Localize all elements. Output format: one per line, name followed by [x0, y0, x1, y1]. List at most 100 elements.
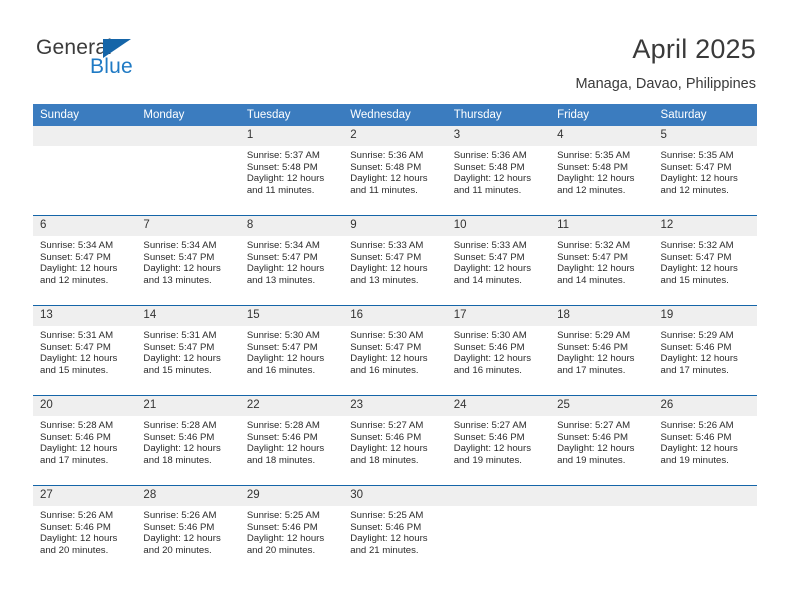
sunrise-text: Sunrise: 5:30 AM	[246, 330, 320, 341]
day-number: 22	[239, 396, 344, 416]
calendar-day-cell[interactable]: 24 Sunrise: 5:27 AM Sunset: 5:46 PM Dayligh…	[446, 395, 551, 486]
sunset-text: Sunset: 5:46 PM	[453, 341, 525, 353]
day-details: Sunrise: 5:28 AM Sunset: 5:46 PM Daylight:…	[136, 416, 239, 466]
sunset-text: Sunset: 5:47 PM	[660, 161, 732, 173]
day-number: 6	[33, 216, 137, 236]
calendar-day-cell[interactable]: 9 Sunrise: 5:33 AM Sunset: 5:47 PM Daylight…	[343, 215, 447, 306]
daylight-text: Daylight: 12 hours and 12 minutes.	[40, 263, 118, 286]
daylight-text: Daylight: 12 hours and 17 minutes.	[557, 353, 635, 376]
sunset-text: Sunset: 5:48 PM	[350, 161, 422, 173]
calendar-day-cell[interactable]: 6 Sunrise: 5:34 AM Sunset: 5:47 PM Daylight…	[33, 215, 137, 306]
calendar-day-cell[interactable]: 26 Sunrise: 5:26 AM Sunset: 5:46 PM Dayligh…	[653, 395, 757, 486]
calendar-day-cell[interactable]: 7 Sunrise: 5:34 AM Sunset: 5:47 PM Daylight…	[136, 215, 240, 306]
sunset-text: Sunset: 5:46 PM	[143, 521, 215, 533]
calendar-day-cell[interactable]: 28 Sunrise: 5:26 AM Sunset: 5:46 PM Dayligh…	[136, 485, 240, 575]
sunrise-text: Sunrise: 5:33 AM	[453, 240, 527, 251]
day-number: 17	[446, 306, 551, 326]
day-number: 13	[33, 306, 137, 326]
day-details: Sunrise: 5:37 AM Sunset: 5:48 PM Daylight:…	[240, 146, 343, 196]
calendar-day-cell[interactable]: 20 Sunrise: 5:28 AM Sunset: 5:46 PM Dayligh…	[33, 395, 137, 486]
weekday-header-tuesday: Tuesday	[239, 104, 344, 126]
calendar-day-cell-empty	[653, 485, 757, 575]
day-number: 7	[136, 216, 240, 236]
day-number: 5	[653, 126, 757, 146]
page-header: General Blue April 2025 Managa, Davao, P…	[0, 0, 792, 103]
sunrise-text: Sunrise: 5:27 AM	[350, 420, 424, 431]
calendar-day-cell[interactable]: 29 Sunrise: 5:25 AM Sunset: 5:46 PM Dayligh…	[239, 485, 344, 575]
day-details: Sunrise: 5:36 AM Sunset: 5:48 PM Daylight:…	[447, 146, 550, 196]
calendar-day-cell[interactable]: 21 Sunrise: 5:28 AM Sunset: 5:46 PM Dayligh…	[136, 395, 240, 486]
logo-text-blue: Blue	[90, 55, 133, 78]
calendar-day-cell[interactable]: 4 Sunrise: 5:35 AM Sunset: 5:48 PM Daylight…	[550, 126, 654, 216]
calendar-day-cell[interactable]: 12 Sunrise: 5:32 AM Sunset: 5:47 PM Dayligh…	[653, 215, 757, 306]
day-number: 26	[653, 396, 757, 416]
daylight-text: Daylight: 12 hours and 12 minutes.	[557, 173, 635, 196]
sunrise-text: Sunrise: 5:34 AM	[246, 240, 320, 251]
calendar-day-cell-empty	[136, 126, 240, 216]
daylight-text: Daylight: 12 hours and 15 minutes.	[143, 353, 221, 376]
calendar-header-row-group: Sunday Monday Tuesday Wednesday Thursday…	[33, 104, 757, 126]
weekday-header-friday: Friday	[550, 104, 654, 126]
day-details: Sunrise: 5:30 AM Sunset: 5:47 PM Daylight:…	[343, 326, 446, 376]
day-details: Sunrise: 5:29 AM Sunset: 5:46 PM Daylight:…	[654, 326, 757, 376]
calendar-day-cell[interactable]: 25 Sunrise: 5:27 AM Sunset: 5:46 PM Dayligh…	[550, 395, 654, 486]
page-title: April 2025	[632, 34, 756, 64]
day-number	[33, 126, 137, 146]
day-number	[136, 126, 240, 146]
calendar-day-cell[interactable]: 23 Sunrise: 5:27 AM Sunset: 5:46 PM Dayligh…	[343, 395, 447, 486]
calendar-day-cell[interactable]: 17 Sunrise: 5:30 AM Sunset: 5:46 PM Dayligh…	[446, 305, 551, 396]
day-number: 2	[343, 126, 447, 146]
day-number: 1	[239, 126, 344, 146]
calendar-day-cell[interactable]: 5 Sunrise: 5:35 AM Sunset: 5:47 PM Daylight…	[653, 126, 757, 216]
daylight-text: Daylight: 12 hours and 11 minutes.	[246, 173, 325, 196]
calendar-day-cell[interactable]: 8 Sunrise: 5:34 AM Sunset: 5:47 PM Daylight…	[239, 215, 344, 306]
calendar-day-cell[interactable]: 22 Sunrise: 5:28 AM Sunset: 5:46 PM Dayligh…	[239, 395, 344, 486]
calendar-day-cell[interactable]: 14 Sunrise: 5:31 AM Sunset: 5:47 PM Dayligh…	[136, 305, 240, 396]
calendar-day-cell[interactable]: 3 Sunrise: 5:36 AM Sunset: 5:48 PM Daylight…	[446, 126, 551, 216]
calendar-day-cell[interactable]: 1 Sunrise: 5:37 AM Sunset: 5:48 PM Daylight…	[239, 126, 344, 216]
calendar-day-cell[interactable]: 11 Sunrise: 5:32 AM Sunset: 5:47 PM Dayligh…	[550, 215, 654, 306]
sunset-text: Sunset: 5:46 PM	[246, 431, 318, 443]
sunrise-text: Sunrise: 5:32 AM	[557, 240, 631, 251]
day-number: 29	[239, 486, 344, 506]
daylight-text: Daylight: 12 hours and 17 minutes.	[40, 443, 118, 466]
calendar-day-cell[interactable]: 27 Sunrise: 5:26 AM Sunset: 5:46 PM Dayligh…	[33, 485, 137, 575]
day-details: Sunrise: 5:28 AM Sunset: 5:46 PM Daylight:…	[240, 416, 343, 466]
daylight-text: Daylight: 12 hours and 11 minutes.	[350, 173, 428, 196]
sunset-text: Sunset: 5:47 PM	[143, 251, 215, 263]
calendar-day-cell[interactable]: 13 Sunrise: 5:31 AM Sunset: 5:47 PM Dayligh…	[33, 305, 137, 396]
sunrise-text: Sunrise: 5:28 AM	[40, 420, 114, 431]
sunset-text: Sunset: 5:46 PM	[350, 521, 422, 533]
day-number: 16	[343, 306, 447, 326]
weekday-header-row: Sunday Monday Tuesday Wednesday Thursday…	[33, 104, 757, 126]
calendar-day-cell[interactable]: 30 Sunrise: 5:25 AM Sunset: 5:46 PM Dayligh…	[343, 485, 447, 575]
calendar-day-cell[interactable]: 10 Sunrise: 5:33 AM Sunset: 5:47 PM Dayligh…	[446, 215, 551, 306]
calendar-day-cell[interactable]: 19 Sunrise: 5:29 AM Sunset: 5:46 PM Dayligh…	[653, 305, 757, 396]
calendar-day-cell[interactable]: 15 Sunrise: 5:30 AM Sunset: 5:47 PM Dayligh…	[239, 305, 344, 396]
sunrise-text: Sunrise: 5:26 AM	[660, 420, 734, 431]
day-number: 21	[136, 396, 240, 416]
day-details: Sunrise: 5:36 AM Sunset: 5:48 PM Daylight:…	[343, 146, 446, 196]
calendar-page: General Blue April 2025 Managa, Davao, P…	[0, 0, 792, 612]
sunset-text: Sunset: 5:47 PM	[246, 341, 318, 353]
day-details: Sunrise: 5:25 AM Sunset: 5:46 PM Daylight:…	[343, 506, 446, 556]
daylight-text: Daylight: 12 hours and 14 minutes.	[453, 263, 532, 286]
daylight-text: Daylight: 12 hours and 21 minutes.	[350, 533, 428, 556]
day-details: Sunrise: 5:31 AM Sunset: 5:47 PM Daylight:…	[33, 326, 136, 376]
day-number: 14	[136, 306, 240, 326]
calendar-day-cell[interactable]: 2 Sunrise: 5:36 AM Sunset: 5:48 PM Daylight…	[343, 126, 447, 216]
calendar-day-cell[interactable]: 18 Sunrise: 5:29 AM Sunset: 5:46 PM Dayligh…	[550, 305, 654, 396]
day-number: 9	[343, 216, 447, 236]
calendar-day-cell-empty	[446, 485, 551, 575]
general-blue-logo[interactable]: General Blue	[36, 36, 216, 84]
sunrise-text: Sunrise: 5:30 AM	[350, 330, 424, 341]
day-number: 18	[550, 306, 654, 326]
calendar-day-cell[interactable]: 16 Sunrise: 5:30 AM Sunset: 5:47 PM Dayligh…	[343, 305, 447, 396]
sunrise-text: Sunrise: 5:36 AM	[350, 150, 424, 161]
day-details: Sunrise: 5:34 AM Sunset: 5:47 PM Daylight:…	[240, 236, 343, 286]
day-details: Sunrise: 5:35 AM Sunset: 5:48 PM Daylight:…	[550, 146, 653, 196]
day-details: Sunrise: 5:32 AM Sunset: 5:47 PM Daylight:…	[550, 236, 653, 286]
day-number: 11	[550, 216, 654, 236]
day-number: 24	[446, 396, 551, 416]
sunrise-text: Sunrise: 5:27 AM	[453, 420, 527, 431]
